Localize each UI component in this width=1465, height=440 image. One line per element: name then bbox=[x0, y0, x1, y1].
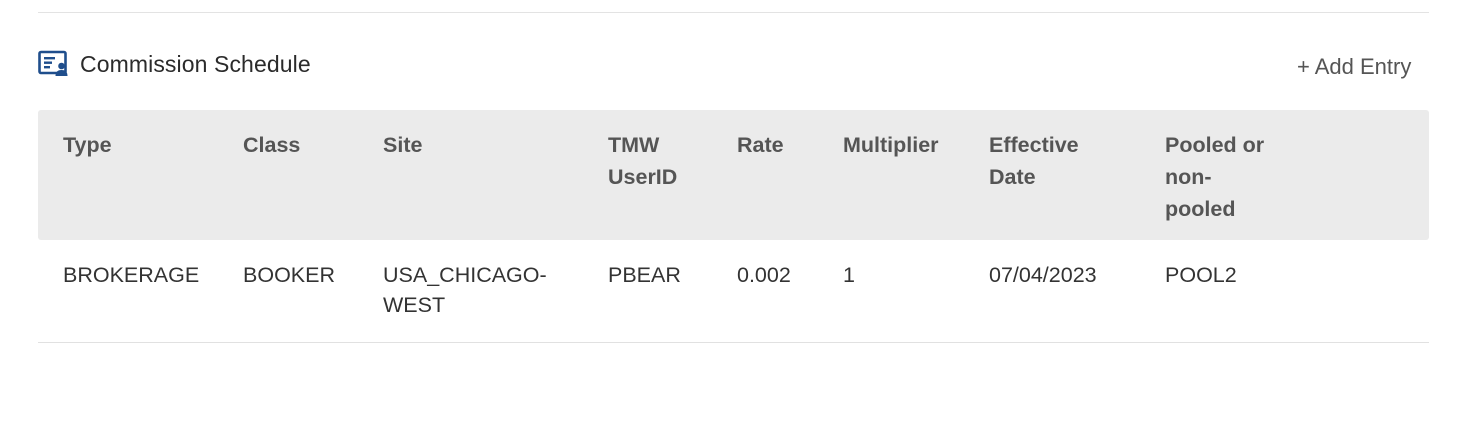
cell-multiplier: 1 bbox=[843, 263, 855, 287]
column-header-tmw-userid[interactable]: TMW UserID bbox=[608, 129, 688, 193]
table-row[interactable]: BROKERAGE BOOKER USA_CHICAGO-WEST PBEAR … bbox=[38, 240, 1429, 343]
cell-type: BROKERAGE bbox=[63, 263, 200, 287]
column-header-class[interactable]: Class bbox=[243, 129, 363, 161]
column-header-type[interactable]: Type bbox=[63, 129, 223, 161]
cell-pooled: POOL2 bbox=[1165, 263, 1237, 287]
column-header-multiplier[interactable]: Multiplier bbox=[843, 129, 973, 161]
column-header-pooled[interactable]: Pooled or non-pooled bbox=[1165, 129, 1275, 225]
cell-class: BOOKER bbox=[243, 263, 335, 287]
section-title: Commission Schedule bbox=[80, 50, 311, 77]
commission-table: Type Class Site TMW UserID Rate Multipli… bbox=[38, 110, 1429, 343]
cell-rate: 0.002 bbox=[737, 263, 791, 287]
cell-effective-date: 07/04/2023 bbox=[989, 263, 1097, 287]
id-card-icon bbox=[38, 50, 68, 76]
top-divider bbox=[38, 12, 1429, 13]
cell-tmw-userid: PBEAR bbox=[608, 263, 681, 287]
column-header-effective-date[interactable]: Effective Date bbox=[989, 129, 1099, 193]
section-header: Commission Schedule bbox=[38, 48, 311, 80]
column-header-rate[interactable]: Rate bbox=[737, 129, 827, 161]
table-header: Type Class Site TMW UserID Rate Multipli… bbox=[38, 110, 1429, 240]
column-header-site[interactable]: Site bbox=[383, 129, 583, 161]
add-entry-button[interactable]: + Add Entry bbox=[1297, 54, 1411, 80]
cell-site: USA_CHICAGO-WEST bbox=[383, 263, 547, 317]
